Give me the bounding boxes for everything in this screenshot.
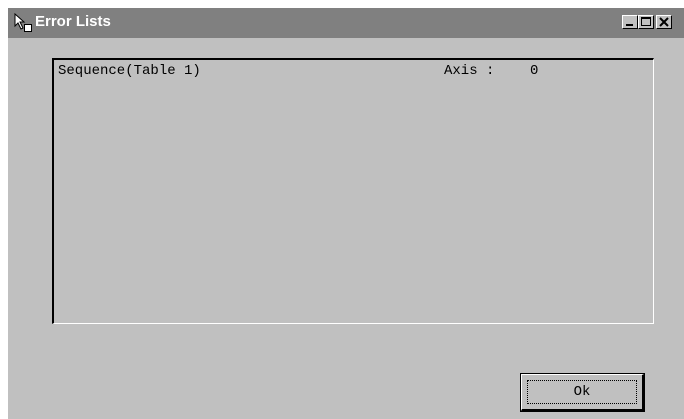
error-lists-window: Error Lists Sequence(Table 1) Axis : 0 O [8,8,684,419]
ok-button[interactable]: Ok [520,373,645,412]
maximize-button[interactable] [638,15,654,29]
title-bar[interactable]: Error Lists [8,8,684,38]
minimize-icon [626,24,633,26]
minimize-button[interactable] [622,15,638,29]
close-icon [659,17,669,27]
axis-value: 0 [530,63,539,79]
sequence-text: Sequence(Table 1) [58,63,201,79]
window-title: Error Lists [35,13,111,30]
ok-button-label: Ok [573,384,591,400]
list-item[interactable]: Sequence(Table 1) Axis : 0 [58,63,648,83]
maximize-icon [641,17,651,26]
cursor-app-icon[interactable] [12,12,34,34]
error-listbox[interactable]: Sequence(Table 1) Axis : 0 [52,58,654,324]
close-button[interactable] [656,15,672,29]
axis-label: Axis : [444,63,495,79]
